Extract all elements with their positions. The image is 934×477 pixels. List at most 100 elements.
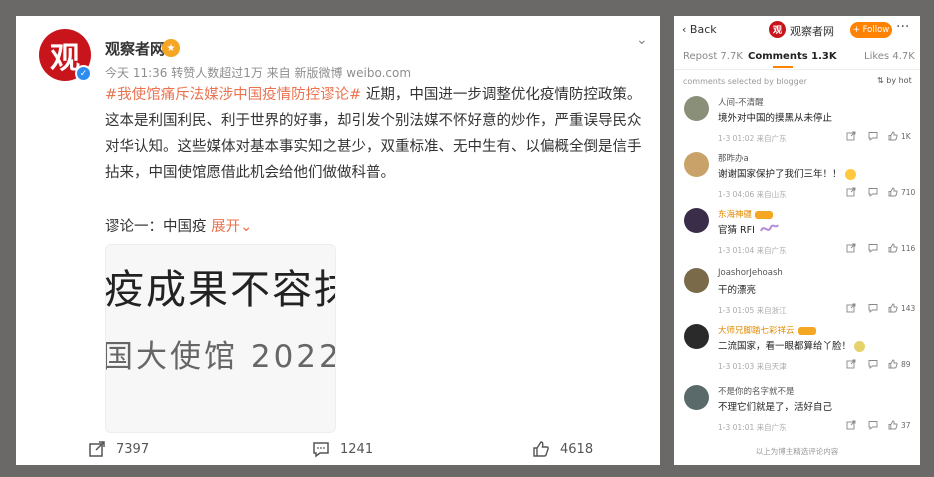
comment-meta: 1-3 01:04 来自广东 [718, 246, 787, 255]
comment-like-count: 1K [901, 131, 911, 141]
expand-label[interactable]: 展开 [211, 219, 240, 235]
comment-item[interactable]: 大师兄脚踏七彩祥云二流国家，看一眼都算给丫脸！ 1-3 01:03 来自天津 89 [674, 324, 920, 380]
comment-like-button[interactable]: 116 [888, 243, 915, 253]
repost-count: 7397 [116, 441, 150, 457]
commenter-name[interactable]: 大师兄脚踏七彩祥云 [718, 324, 816, 336]
tab-bar: Repost 7.7K Comments 1.3K Likes 4.7K [674, 46, 920, 70]
comments-panel: ‹ Back 观 观察者网 + Follow ··· Repost 7.7K C… [674, 16, 920, 465]
comment-text: 官猜 RFI [718, 222, 755, 236]
comment-count: 1241 [340, 441, 374, 457]
tab-comments[interactable]: Comments 1.3K [748, 51, 837, 62]
comment-like-button[interactable]: 89 [888, 359, 911, 369]
share-icon[interactable] [846, 359, 856, 369]
commenter-name-text[interactable]: 那昨办a [718, 154, 749, 164]
commenter-name-text[interactable]: 人间-不清醒 [718, 98, 764, 108]
reply-icon[interactable] [868, 359, 878, 369]
commenter-name[interactable]: JoashorJehoash [718, 268, 783, 278]
share-icon[interactable] [846, 243, 856, 253]
follow-button[interactable]: + Follow [850, 22, 892, 38]
rumor-line: 谬论一：中国疫 展开⌄ [105, 215, 252, 236]
reply-icon[interactable] [868, 131, 878, 141]
tab-repost[interactable]: Repost 7.7K [683, 51, 743, 62]
share-icon[interactable] [846, 131, 856, 141]
commenter-name[interactable]: 东海神疆 [718, 208, 774, 220]
comment-meta: 1-3 01:02 来自广东 [718, 134, 787, 143]
commenter-name[interactable]: 不是你的名字就不是 [718, 385, 795, 397]
smile-emoji-icon [844, 169, 856, 180]
like-button[interactable]: 4618 [532, 440, 593, 458]
comment-text-value: 官猜 RFI [718, 225, 755, 236]
author-name[interactable]: 观察者网 [105, 38, 165, 59]
comment-item[interactable]: 不是你的名字就不是不理它们就是了，活好自己 1-3 01:01 来自广东 37 [674, 385, 920, 441]
sort-button[interactable]: ⇅ by hot [877, 76, 912, 85]
chevron-down-icon[interactable]: ⌄ [636, 32, 648, 48]
reply-icon[interactable] [868, 420, 878, 430]
commenter-avatar[interactable] [684, 96, 709, 121]
commenter-name-text[interactable]: 大师兄脚踏七彩祥云 [718, 326, 795, 336]
comments-header: ‹ Back 观 观察者网 + Follow ··· [674, 16, 920, 44]
comment-meta: 1-3 01:01 来自广东 [718, 423, 787, 432]
share-icon[interactable] [846, 187, 856, 197]
sort-label[interactable]: by hot [886, 76, 911, 85]
reply-icon[interactable] [868, 187, 878, 197]
comment-text: 二流国家，看一眼都算给丫脸！ [718, 338, 866, 352]
thumbs-up-icon [888, 243, 898, 253]
thumbs-up-icon [888, 420, 898, 430]
back-button[interactable]: ‹ Back [682, 23, 717, 36]
post-image[interactable]: 疫成果不容抹 国大使馆 2022-12 [105, 244, 336, 433]
hashtag-link[interactable]: #我使馆痛斥法媒涉中国疫情防控谬论# [105, 87, 361, 103]
commenter-name[interactable]: 那昨办a [718, 152, 749, 164]
expand-button[interactable]: 展开⌄ [211, 219, 252, 235]
comment-meta: 1-3 01:03 来自天津 [718, 362, 787, 371]
vip-badge-icon: ★ [162, 39, 180, 57]
back-label[interactable]: Back [690, 23, 717, 36]
post-text: #我使馆痛斥法媒涉中国疫情防控谬论# 近期，中国进一步调整优化疫情防控政策。这本… [105, 82, 645, 186]
share-icon[interactable] [846, 303, 856, 313]
share-icon[interactable] [846, 420, 856, 430]
selected-by-note: comments selected by blogger [683, 77, 807, 86]
tab-likes[interactable]: Likes 4.7K [864, 51, 915, 62]
comment-item[interactable]: 人间-不清醒境外对中国的摸黑从未停止 1-3 01:02 来自广东 1K [674, 96, 920, 152]
comment-like-button[interactable]: 710 [888, 187, 915, 197]
commenter-name-text[interactable]: 不是你的名字就不是 [718, 387, 795, 397]
share-icon [89, 441, 105, 457]
post-meta: 今天 11:36 转赞人数超过1万 来自 新版微博 weibo.com [105, 66, 412, 80]
comment-text: 干的漂亮 [718, 282, 756, 296]
comment-like-button[interactable]: 1K [888, 131, 911, 141]
comment-like-count: 143 [901, 303, 916, 313]
comment-item[interactable]: 东海神疆官猜 RFI 1-3 01:04 来自广东 116 [674, 208, 920, 264]
commenter-avatar[interactable] [684, 152, 709, 177]
comment-like-button[interactable]: 143 [888, 303, 915, 313]
comment-item[interactable]: JoashorJehoash 干的漂亮 1-3 01:05 来自浙江 143 [674, 268, 920, 324]
commenter-avatar[interactable] [684, 385, 709, 410]
commenter-avatar[interactable] [684, 324, 709, 349]
commenter-name-text[interactable]: 东海神疆 [718, 210, 752, 220]
commenter-avatar[interactable] [684, 268, 709, 293]
comment-text-value: 不理它们就是了，活好自己 [718, 402, 833, 413]
commenter-name[interactable]: 人间-不清醒 [718, 96, 764, 108]
comment-text-value: 谢谢国家保护了我们三年！！ [718, 169, 842, 180]
comment-like-count: 37 [901, 420, 911, 430]
account-avatar[interactable]: 观 [769, 21, 786, 38]
comment-icon [313, 442, 329, 458]
comment-item[interactable]: 那昨办a 谢谢国家保护了我们三年！！ 1-3 04:06 来自山东 710 [674, 152, 920, 208]
more-options-icon[interactable]: ··· [896, 19, 909, 35]
comment-text: 不理它们就是了，活好自己 [718, 399, 832, 413]
thumbs-up-icon [888, 131, 898, 141]
commenter-avatar[interactable] [684, 208, 709, 233]
comment-text-value: 二流国家，看一眼都算给丫脸！ [718, 341, 852, 352]
account-name[interactable]: 观察者网 [790, 23, 834, 39]
commenter-name-text[interactable]: JoashorJehoash [718, 268, 783, 278]
comment-text: 境外对中国的摸黑从未停止 [718, 110, 832, 124]
thumbs-up-icon [533, 441, 549, 457]
comments-footer: 以上为博主精选评论内容 [755, 447, 839, 456]
reply-icon[interactable] [868, 303, 878, 313]
comment-like-button[interactable]: 37 [888, 420, 911, 430]
comment-button[interactable]: 1241 [312, 440, 373, 458]
member-badge-icon [797, 326, 816, 335]
repost-button[interactable]: 7397 [88, 440, 149, 458]
reply-icon[interactable] [868, 243, 878, 253]
verified-icon: ✓ [75, 65, 92, 82]
comment-like-count: 710 [901, 187, 916, 197]
comment-meta: 1-3 01:05 来自浙江 [718, 306, 787, 315]
